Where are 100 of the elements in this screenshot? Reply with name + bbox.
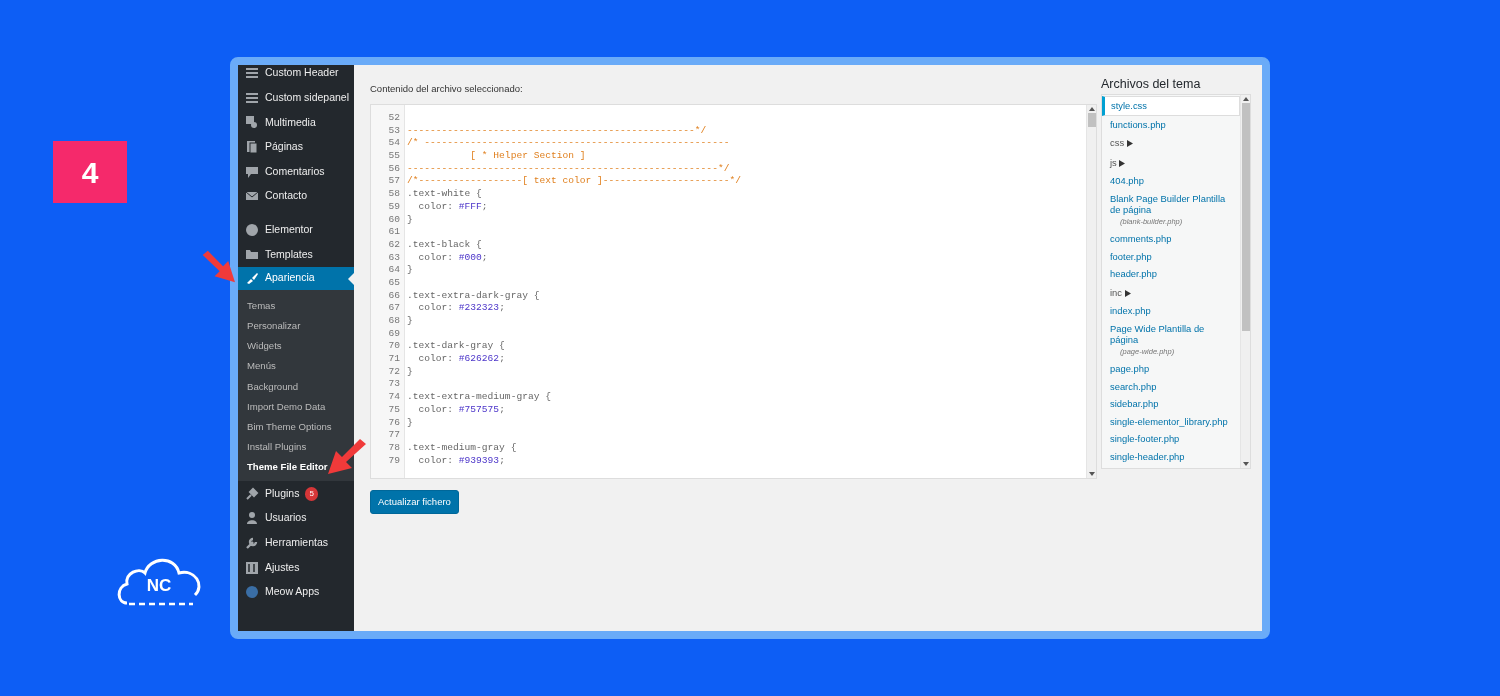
line-number: 59 — [387, 200, 400, 214]
line-number: 75 — [387, 403, 400, 417]
file-name: Blank Page Builder Plantilla de página — [1110, 192, 1226, 215]
menu-item[interactable]: Apariencia — [238, 266, 354, 290]
line-number: 67 — [387, 302, 400, 315]
menu-item[interactable]: Custom Header — [238, 65, 354, 86]
file-item[interactable]: sidebar.php — [1102, 395, 1240, 413]
submenu-item[interactable]: Temas — [238, 295, 276, 316]
line-number: 63 — [387, 251, 400, 265]
sliders-icon — [245, 560, 259, 575]
file-item[interactable]: single-elementor_library.php — [1102, 412, 1240, 430]
code-line: } — [407, 315, 414, 328]
file-item[interactable]: footer.php — [1102, 247, 1240, 265]
scroll-thumb[interactable] — [1241, 103, 1250, 331]
menu-item[interactable]: Páginas — [238, 134, 354, 160]
code-line: .text-medium-gray { — [407, 441, 518, 455]
folder-item[interactable]: css — [1102, 133, 1240, 153]
submenu-item[interactable]: Import Demo Data — [238, 396, 326, 417]
folder-icon — [245, 247, 259, 262]
scrollbar[interactable] — [1086, 105, 1096, 478]
line-number: 64 — [387, 264, 400, 277]
code-line: } — [407, 264, 414, 277]
file-item[interactable]: page.php — [1102, 360, 1240, 378]
file-name: Page Wide Plantilla de página — [1110, 322, 1205, 345]
scroll-up-icon[interactable] — [1087, 105, 1096, 113]
code-line: } — [407, 416, 414, 430]
line-number: 56 — [387, 162, 400, 176]
line-number: 65 — [387, 276, 400, 290]
person-icon — [245, 511, 259, 526]
code-line: color: #939393; — [417, 454, 506, 468]
line-number: 62 — [387, 238, 400, 252]
menu-item[interactable]: Contacto — [238, 183, 354, 209]
submenu-item[interactable]: Bim Theme Options — [238, 416, 332, 438]
file-item[interactable]: 404.php — [1102, 172, 1240, 190]
line-number: 70 — [387, 340, 400, 354]
line-number: 58 — [387, 188, 400, 201]
speech-bubble-icon — [245, 164, 259, 179]
lines-icon — [245, 90, 259, 105]
folder-item[interactable]: js — [1102, 152, 1240, 172]
scroll-down-icon[interactable] — [1241, 460, 1250, 468]
line-number: 54 — [387, 137, 400, 151]
submenu-item[interactable]: Personalizar — [238, 315, 301, 337]
line-number: 72 — [387, 365, 400, 379]
scrollbar[interactable] — [1240, 95, 1250, 468]
line-number: 74 — [387, 391, 400, 404]
update-file-button[interactable]: Actualizar fichero — [370, 490, 459, 515]
caret-icon — [1126, 140, 1133, 147]
submenu-item[interactable]: Theme File Editor — [238, 457, 328, 478]
submenu-item[interactable]: Widgets — [238, 336, 282, 357]
brush-icon — [245, 271, 259, 286]
menu-item[interactable]: Templates — [238, 242, 354, 267]
code-line: .text-extra-dark-gray { — [407, 289, 541, 303]
code-line: .text-dark-gray { — [407, 340, 506, 354]
file-item[interactable]: index.php — [1102, 302, 1240, 320]
menu-item[interactable]: Elementor — [238, 217, 354, 243]
line-number: 68 — [387, 315, 400, 328]
caret-icon — [1124, 289, 1131, 297]
code-line: color: #757575; — [417, 403, 506, 417]
line-number: 60 — [387, 213, 400, 227]
code-line: .text-white { — [407, 188, 483, 201]
code-line: /*------------------[ text color ]----------------------*/ — [407, 175, 742, 189]
submenu-item[interactable]: Install Plugins — [238, 437, 307, 458]
code-line: } — [407, 365, 414, 379]
file-item[interactable]: single-header.php — [1102, 447, 1240, 465]
step-number-badge: 4 — [53, 141, 127, 203]
menu-item[interactable]: Ajustes — [238, 555, 354, 580]
file-item[interactable]: single-footer.php — [1102, 430, 1240, 448]
circle-icon — [245, 222, 259, 237]
submenu-item[interactable]: Menús — [238, 356, 276, 377]
menu-item[interactable]: Usuarios — [238, 506, 354, 531]
code-line: color: #FFF; — [417, 200, 489, 214]
code-line: color: #000; — [417, 251, 489, 265]
code-line: /* ----------------------------------------------------- — [407, 137, 731, 151]
folder-item[interactable]: inc — [1102, 282, 1240, 302]
submenu-item[interactable]: Background — [238, 376, 299, 397]
code-line: ------------------------------------------------------*/ — [407, 162, 731, 176]
menu-item[interactable]: Plugins 5 — [238, 481, 354, 507]
files-title: Archivos del tema — [1101, 76, 1202, 90]
code-line: color: #626262; — [417, 353, 506, 366]
menu-item[interactable]: Multimedia — [238, 110, 354, 135]
menu-item[interactable]: Comentarios — [238, 159, 354, 184]
editor-label: Contenido del archivo seleccionado: — [370, 82, 524, 94]
scroll-thumb[interactable] — [1087, 113, 1096, 127]
menu-item[interactable]: Custom sidepanel — [238, 85, 354, 111]
scroll-down-icon[interactable] — [1087, 470, 1096, 478]
code-line: --------------------------------------------------*/ — [407, 124, 708, 138]
file-item[interactable]: functions.php — [1102, 115, 1240, 133]
menu-item[interactable]: Meow Apps — [238, 579, 354, 605]
line-number: 73 — [387, 378, 400, 392]
code-line: .text-black { — [407, 238, 483, 252]
file-item[interactable]: search.php — [1102, 377, 1240, 395]
code-line: .text-extra-medium-gray { — [407, 391, 552, 404]
file-item[interactable]: comments.php — [1102, 230, 1240, 248]
file-item[interactable]: header.php — [1102, 265, 1240, 283]
menu-item[interactable]: Herramientas — [238, 530, 354, 556]
line-number: 66 — [387, 289, 400, 303]
media-icon — [245, 115, 259, 130]
line-number: 71 — [387, 353, 400, 366]
file-item[interactable]: style.css — [1102, 96, 1240, 116]
lines-icon — [245, 66, 259, 81]
